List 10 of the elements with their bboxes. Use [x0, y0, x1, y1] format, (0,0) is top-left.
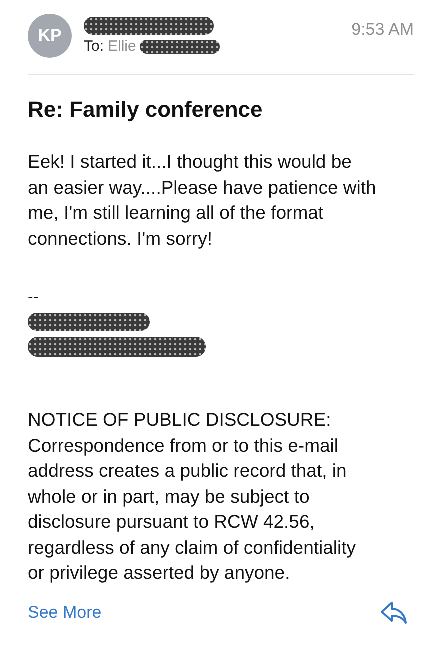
- signature-separator: --: [28, 289, 40, 307]
- see-more-link[interactable]: See More: [28, 602, 102, 622]
- email-body: Eek! I started it...I thought this would be an easier way....Please have patience with me, I'm still learning all of the format connections. I'm sorry!: [28, 150, 378, 251]
- reply-button[interactable]: [380, 600, 408, 626]
- disclosure-notice: NOTICE OF PUBLIC DISCLOSURE: Correspondence from or to this e-mail address creates a public record that, in whole or in part, may be subject to disclosure pursuant to RCW 42.56, regardless of any claim of confidentiality or privilege asserted by anyone.: [28, 408, 358, 585]
- recipient-label: To:: [84, 38, 104, 55]
- timestamp: 9:53 AM: [352, 20, 414, 40]
- avatar: KP: [28, 14, 72, 58]
- email-subject: Re: Family conference: [28, 97, 264, 123]
- recipient-name: Ellie: [108, 38, 136, 55]
